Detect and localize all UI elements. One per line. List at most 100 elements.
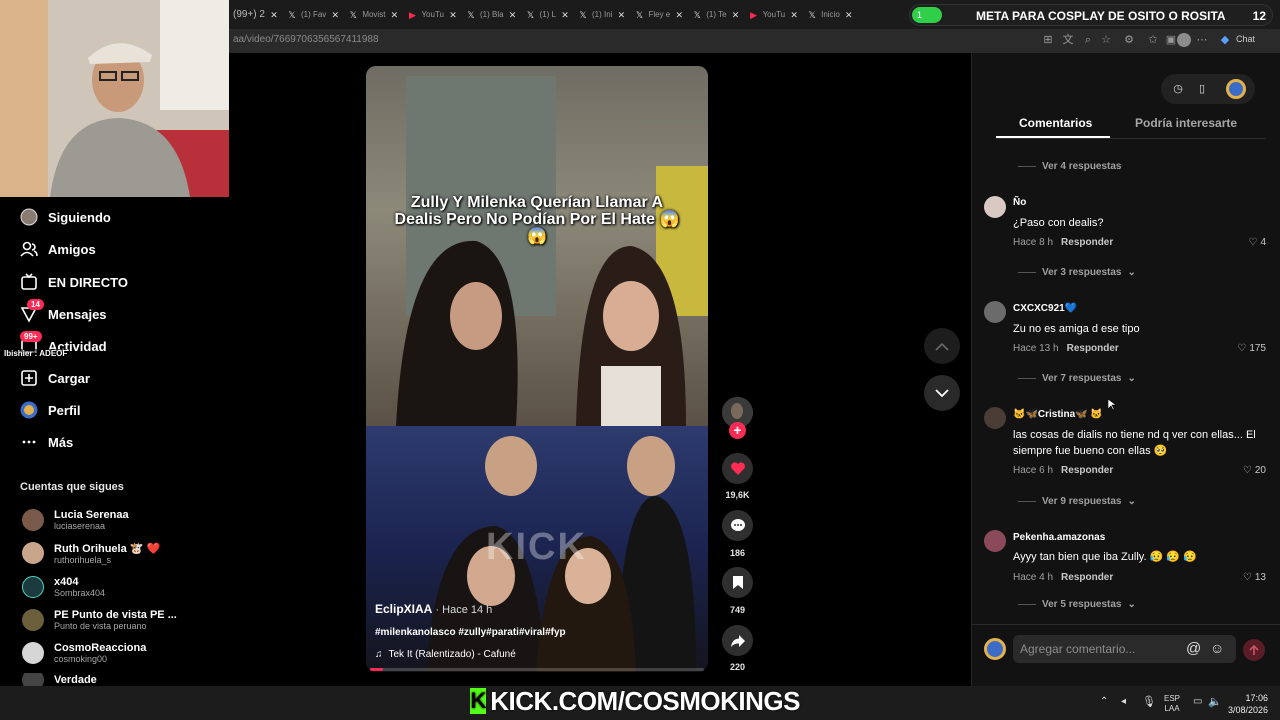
copilot-icon[interactable]: ◆ — [1218, 33, 1232, 47]
copilot-chat-label[interactable]: Chat — [1236, 34, 1255, 44]
translate-icon[interactable]: 文 — [1061, 33, 1075, 47]
close-icon[interactable]: ✕ — [560, 10, 570, 20]
like-button[interactable] — [722, 453, 753, 484]
reply-button[interactable]: Responder — [1061, 465, 1113, 476]
following-account[interactable]: CosmoReacciona cosmoking00 — [22, 640, 146, 666]
following-account[interactable]: Verdade — [22, 673, 97, 686]
collections-icon[interactable]: ▣ — [1164, 33, 1178, 47]
emoji-icon[interactable]: ☺ — [1210, 640, 1224, 656]
sidebar-item-friends[interactable]: Amigos — [20, 237, 96, 261]
sidebar-item-more[interactable]: Más — [20, 430, 73, 454]
close-icon[interactable]: ✕ — [389, 10, 399, 20]
comment-username[interactable]: Ño — [1013, 197, 1026, 208]
mention-icon[interactable]: @ — [1186, 640, 1201, 657]
close-icon[interactable]: ✕ — [789, 10, 799, 20]
comment-username[interactable]: 🐱🦋Cristina🦋 🐱 — [1013, 409, 1103, 420]
close-icon[interactable]: ✕ — [844, 10, 854, 20]
avatar[interactable] — [984, 301, 1006, 323]
following-account[interactable]: PE Punto de vista PE ... Punto de vista p… — [22, 607, 177, 633]
extension-icon[interactable]: ⚙ — [1122, 33, 1136, 47]
tray-volume-icon[interactable]: 🔈 — [1208, 695, 1222, 708]
comment-like[interactable]: ♡ 4 — [1248, 237, 1266, 248]
star-icon[interactable]: ☆ — [1099, 33, 1113, 47]
comment-input[interactable]: Agregar comentario... @ ☺ — [1013, 635, 1236, 663]
comment-like[interactable]: ♡ 13 — [1243, 572, 1266, 583]
sidebar-item-following[interactable]: Siguiendo — [20, 205, 111, 229]
sidebar-item-label: Mensajes — [48, 306, 107, 322]
browser-tab[interactable]: 𝕏 (1) Ini ✕ — [574, 4, 630, 26]
avatar[interactable] — [1226, 79, 1246, 99]
tab-interest[interactable]: Podría interesarte — [1135, 116, 1237, 130]
url-field[interactable]: aa/video/7669706356567411988 — [233, 34, 379, 45]
reply-button[interactable]: Responder — [1061, 572, 1113, 583]
next-video-button[interactable] — [924, 375, 960, 411]
close-icon[interactable]: ✕ — [269, 10, 279, 20]
close-icon[interactable]: ✕ — [330, 10, 340, 20]
comment-like[interactable]: ♡ 175 — [1237, 343, 1266, 354]
zoom-icon[interactable]: ⌕ — [1081, 33, 1095, 47]
follow-plus-icon[interactable]: + — [729, 422, 746, 439]
reply-button[interactable]: Responder — [1067, 343, 1119, 354]
view-replies-button[interactable]: Ver 3 respuestas ⌄ — [1018, 267, 1136, 278]
view-replies-button[interactable]: Ver 9 respuestas ⌄ — [1018, 496, 1136, 507]
browser-tab[interactable]: 𝕏 (1) Fav ✕ — [283, 4, 344, 26]
video-hashtags[interactable]: #milenkanolasco #zully#parati#viral#fyp — [375, 627, 566, 638]
tray-chevron-up-icon[interactable]: ⌃ — [1100, 696, 1108, 707]
view-replies-button[interactable]: Ver 4 respuestas — [1018, 161, 1122, 171]
avatar[interactable] — [984, 530, 1006, 552]
author-name[interactable]: EclipXIAA — [375, 602, 432, 616]
phone-icon[interactable]: ▯ — [1195, 82, 1209, 96]
tab-comments[interactable]: Comentarios — [1019, 116, 1092, 130]
sidebar-item-live[interactable]: EN DIRECTO — [20, 270, 128, 294]
video-player[interactable]: Zully Y Milenka Querían Llamar A Dealis … — [366, 66, 708, 672]
profile-avatar-icon[interactable] — [1177, 33, 1191, 47]
previous-video-button[interactable] — [924, 328, 960, 364]
comment-username[interactable]: Pekenha.amazonas — [1013, 532, 1105, 543]
avatar[interactable] — [984, 407, 1006, 429]
browser-tab[interactable]: 𝕏 Movist ✕ — [344, 4, 403, 26]
save-button[interactable] — [722, 567, 753, 598]
tray-clock[interactable]: 17:06 3/08/2026 — [1224, 692, 1268, 716]
following-account[interactable]: Ruth Orihuela 🐮 ❤️ ruthorihuela_s — [22, 540, 160, 566]
avatar[interactable] — [984, 196, 1006, 218]
browser-tab[interactable]: ▶ YouTu ✕ — [403, 4, 462, 26]
tray-network-icon[interactable]: ◂ — [1121, 696, 1126, 707]
comment-like[interactable]: ♡ 20 — [1243, 465, 1266, 476]
comment-button[interactable] — [722, 510, 753, 541]
close-icon[interactable]: ✕ — [731, 10, 741, 20]
view-replies-button[interactable]: Ver 7 respuestas ⌄ — [1018, 373, 1136, 384]
apps-icon[interactable]: ⊞ — [1041, 33, 1055, 47]
reply-button[interactable]: Responder — [1061, 237, 1113, 248]
share-button[interactable] — [722, 625, 753, 656]
view-replies-button[interactable]: Ver 5 respuestas ⌄ — [1018, 599, 1136, 610]
more-dots-icon[interactable]: ⋯ — [1195, 33, 1209, 47]
comment-username[interactable]: CXCXC921💙 — [1013, 303, 1077, 314]
browser-tab[interactable]: 𝕏 (1) Bla ✕ — [462, 4, 522, 26]
following-account[interactable]: Lucia Serenaa luciaserenaa — [22, 507, 129, 533]
close-icon[interactable]: ✕ — [674, 10, 684, 20]
tray-language[interactable]: ESP LAA — [1164, 694, 1180, 714]
following-account[interactable]: x404 Sombrax404 — [22, 574, 105, 600]
favorites-icon[interactable]: ✩ — [1146, 33, 1160, 47]
close-icon[interactable]: ✕ — [448, 10, 458, 20]
video-progress-bar[interactable] — [370, 668, 704, 671]
tray-display-icon[interactable]: ▭ — [1193, 696, 1202, 707]
close-icon[interactable]: ✕ — [508, 10, 518, 20]
browser-tab[interactable]: 𝕏 Fley e ✕ — [630, 4, 688, 26]
video-sound[interactable]: ♫ Tek It (Ralentizado) - Cafuné — [375, 649, 516, 660]
video-author[interactable]: EclipXIAA · Hace 14 h — [375, 602, 492, 616]
send-comment-button[interactable] — [1243, 639, 1265, 661]
browser-tab[interactable]: 𝕏 (1) Te ✕ — [688, 4, 744, 26]
comment-time: Hace 6 h — [1013, 465, 1054, 476]
close-icon[interactable]: ✕ — [616, 10, 626, 20]
browser-tab[interactable]: (99+) 2 ✕ — [229, 4, 283, 26]
sidebar-item-messages[interactable]: Mensajes 14 — [20, 299, 107, 326]
sidebar-item-upload[interactable]: Cargar — [20, 366, 90, 390]
sidebar-item-profile[interactable]: Perfil — [20, 398, 81, 422]
sidebar-item-label: Más — [48, 434, 74, 450]
browser-tab[interactable]: 𝕏 (1) L ✕ — [522, 4, 574, 26]
tray-microphone-icon[interactable]: 🎙 — [1142, 695, 1156, 708]
browser-tab[interactable]: 𝕏 Inicio ✕ — [803, 4, 858, 26]
browser-tab[interactable]: ▶ YouTu ✕ — [745, 4, 804, 26]
clock-icon[interactable]: ◷ — [1171, 82, 1185, 96]
